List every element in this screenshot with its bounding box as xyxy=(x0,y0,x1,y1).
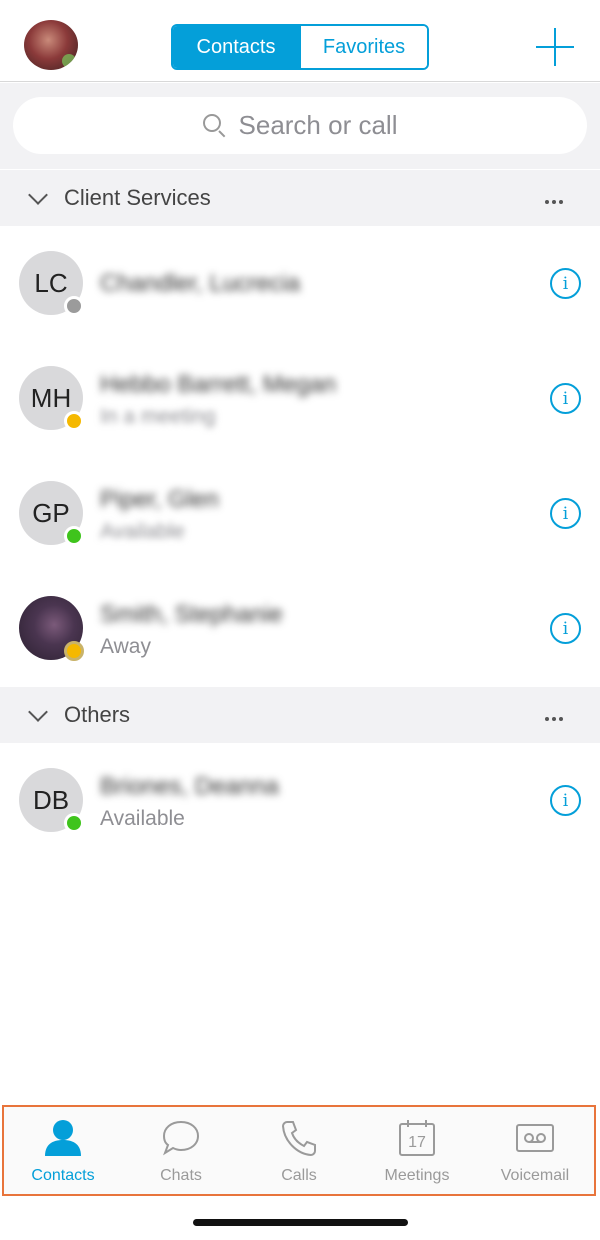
chat-bubble-icon xyxy=(162,1120,200,1156)
search-input[interactable]: Search or call xyxy=(13,97,587,154)
contact-name: Briones, Deanna xyxy=(100,773,279,800)
info-icon[interactable]: i xyxy=(550,785,581,816)
info-icon[interactable]: i xyxy=(550,383,581,414)
presence-busy-icon xyxy=(64,411,84,431)
tab-label: Contacts xyxy=(31,1167,95,1184)
group-header-client-services[interactable]: Client Services xyxy=(0,170,600,226)
group-title: Client Services xyxy=(64,185,211,210)
contact-name: Piper, Glen xyxy=(100,486,219,513)
group-header-others[interactable]: Others xyxy=(0,687,600,743)
tab-contacts[interactable]: Contacts xyxy=(4,1107,122,1194)
info-icon[interactable]: i xyxy=(550,498,581,529)
segmented-control: Contacts Favorites xyxy=(171,24,429,70)
info-icon[interactable]: i xyxy=(550,613,581,644)
presence-available-icon xyxy=(64,526,84,546)
more-options-icon[interactable] xyxy=(545,196,566,204)
search-area: Search or call xyxy=(0,83,600,169)
calendar-icon: 17 xyxy=(399,1120,435,1156)
segment-favorites[interactable]: Favorites xyxy=(299,26,427,68)
search-icon xyxy=(202,113,227,138)
contact-name: Smith, Stephanie xyxy=(100,601,283,628)
search-placeholder: Search or call xyxy=(238,110,398,140)
my-avatar[interactable] xyxy=(24,20,78,70)
presence-offline-icon xyxy=(64,296,84,316)
voicemail-icon xyxy=(516,1124,554,1152)
contact-row[interactable]: DB Briones, Deanna Available i xyxy=(0,743,600,858)
presence-available-icon xyxy=(64,813,84,833)
contact-name: Hebbo Barrett, Megan xyxy=(100,371,337,398)
top-header: Contacts Favorites xyxy=(0,0,600,82)
contact-status: Away xyxy=(100,635,151,658)
tab-meetings[interactable]: 17 Meetings xyxy=(358,1107,476,1194)
tab-label: Chats xyxy=(160,1167,202,1184)
chevron-down-icon[interactable] xyxy=(28,185,48,205)
tab-label: Voicemail xyxy=(500,1167,570,1184)
tab-label: Meetings xyxy=(384,1167,450,1184)
presence-away-icon xyxy=(64,641,84,661)
group-title: Others xyxy=(64,702,131,727)
tab-chats[interactable]: Chats xyxy=(122,1107,240,1194)
tab-calls[interactable]: Calls xyxy=(240,1107,358,1194)
contact-row[interactable]: GP Piper, Glen Available i xyxy=(0,456,600,571)
person-icon xyxy=(45,1120,81,1156)
contact-status: In a meeting xyxy=(100,405,216,428)
contact-row[interactable]: LC Chandler, Lucrecia i xyxy=(0,226,600,341)
plus-icon[interactable] xyxy=(536,28,574,66)
contact-row[interactable]: MH Hebbo Barrett, Megan In a meeting i xyxy=(0,341,600,456)
calendar-day: 17 xyxy=(408,1134,426,1151)
home-indicator[interactable] xyxy=(193,1219,408,1226)
info-icon[interactable]: i xyxy=(550,268,581,299)
phone-icon xyxy=(281,1121,316,1157)
contact-name: Chandler, Lucrecia xyxy=(100,270,301,297)
contact-status: Available xyxy=(100,520,185,543)
contact-status: Available xyxy=(100,807,185,830)
tab-label: Calls xyxy=(281,1167,317,1184)
chevron-down-icon[interactable] xyxy=(28,702,48,722)
segment-contacts[interactable]: Contacts xyxy=(173,26,299,68)
contact-row[interactable]: Smith, Stephanie Away i xyxy=(0,571,600,686)
tab-voicemail[interactable]: Voicemail xyxy=(476,1107,594,1194)
more-options-icon[interactable] xyxy=(545,713,566,721)
bottom-tab-bar: Contacts Chats Calls 17 Meetings Voicema… xyxy=(2,1105,596,1196)
